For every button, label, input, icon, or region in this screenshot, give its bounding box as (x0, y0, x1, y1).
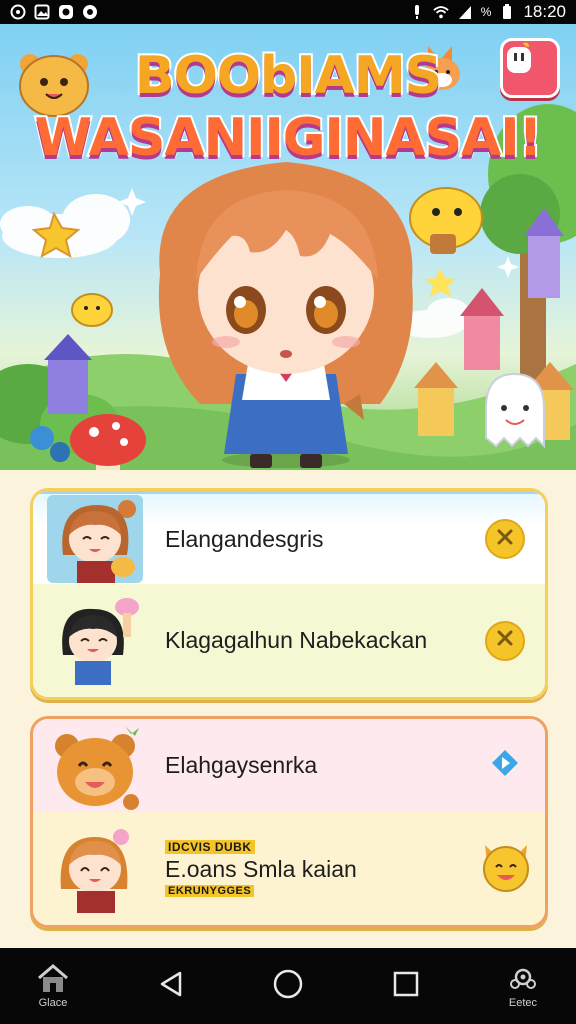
girl-avatar-thumbnail (47, 597, 143, 685)
app-menu-button[interactable] (500, 38, 560, 98)
girl-avatar-thumbnail (47, 825, 143, 913)
mascot-ghost-icon (485, 372, 545, 449)
option-card-group-2: Elahgaysenrka IDCVIS DUBK E.oans Smla ka… (30, 716, 548, 928)
play-button[interactable] (485, 746, 525, 786)
status-bar: % 18:20 (0, 0, 576, 24)
close-icon (496, 528, 514, 551)
nav-right-label: Eetec (508, 996, 538, 1009)
list-item-text: IDCVIS DUBK E.oans Smla kaian EKRUNYGGES (165, 840, 357, 897)
hero-banner: BOObIAMS WASANIIGINASAI! (0, 24, 576, 470)
list-item-label: Elahgaysenrka (165, 752, 318, 778)
back-icon (158, 970, 184, 1003)
list-item-label: Elangandesgris (165, 525, 324, 552)
home-circle-icon (272, 968, 304, 1005)
navigation-bar: Glace Eetec (0, 948, 576, 1024)
house-right-3 (414, 362, 458, 436)
settings-icon (507, 964, 539, 997)
fox-button[interactable] (479, 842, 533, 896)
list-item[interactable]: IDCVIS DUBK E.oans Smla kaian EKRUNYGGES (33, 812, 545, 925)
close-icon (496, 629, 514, 652)
list-item[interactable]: Elahgaysenrka (33, 719, 545, 812)
whatsapp-icon (58, 4, 74, 20)
fox-icon (479, 839, 533, 898)
label-badge-bottom: EKRUNYGGES (165, 885, 255, 897)
status-left-icons (10, 4, 98, 20)
nav-home-button[interactable]: Glace (18, 963, 88, 1009)
house-left (44, 334, 92, 414)
record-icon (82, 4, 98, 20)
close-button[interactable] (485, 620, 525, 661)
mascot-blob-icon (71, 293, 113, 327)
nav-home-circle-button[interactable] (253, 956, 323, 1016)
game-title-line-1: BOObIAMS (133, 44, 444, 108)
wifi-icon (433, 4, 449, 20)
signal-icon (457, 4, 473, 20)
recents-icon (392, 970, 420, 1003)
list-item-label: E.oans Smla kaian (165, 856, 357, 882)
option-card-group-1: Elangandesgris Klagagalhun Nabekackan (30, 488, 548, 700)
mascot-chick-icon (409, 187, 483, 254)
bear-avatar-thumbnail (47, 722, 143, 810)
nav-recents-button[interactable] (371, 956, 441, 1016)
gallery-icon (34, 4, 50, 20)
battery-percent: % (480, 5, 492, 19)
battery-icon (499, 4, 515, 20)
house-right-1 (460, 288, 504, 370)
close-button[interactable] (485, 519, 525, 559)
label-badge-top: IDCVIS DUBK (165, 840, 255, 854)
nav-settings-button[interactable]: Eetec (488, 964, 558, 1009)
girl-avatar-thumbnail (47, 495, 143, 583)
status-right-icons: % 18:20 (409, 2, 566, 22)
list-item[interactable]: Elangandesgris (33, 491, 545, 584)
mute-icon (409, 4, 425, 20)
home-icon (36, 963, 70, 997)
status-time: 18:20 (523, 2, 566, 21)
list-item[interactable]: Klagagalhun Nabekackan (33, 584, 545, 697)
play-icon (490, 748, 520, 783)
game-title-line-2: WASANIIGINASAI! (33, 106, 545, 170)
circle-icon (10, 4, 26, 20)
small-star-icon (425, 268, 456, 297)
nav-left-label: Glace (38, 996, 68, 1009)
list-item-label: Klagagalhun Nabekackan (165, 627, 428, 653)
nav-back-button[interactable] (136, 956, 206, 1016)
